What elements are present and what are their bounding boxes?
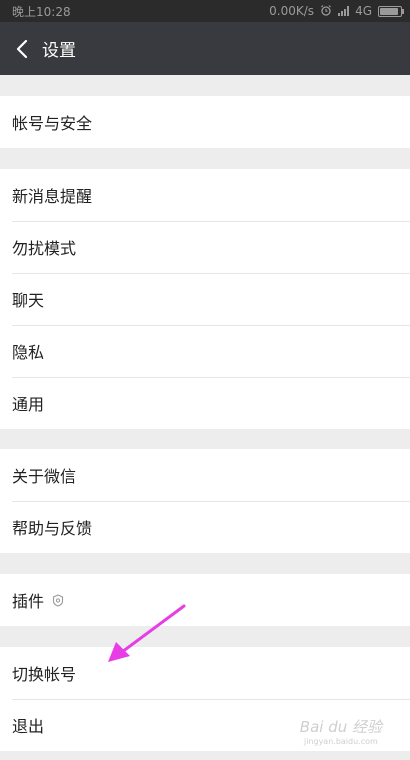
status-time: 晚上10:28 [12,4,71,19]
status-icons: 0.00K/s 4G [269,4,404,19]
menu-item-label: 隐私 [12,343,45,362]
menu-item-switch-account[interactable]: 切换帐号 [0,647,410,699]
menu-item-account-security[interactable]: 帐号与安全 [0,96,410,148]
page-title: 设置 [42,41,76,61]
menu-item-label: 通用 [12,395,45,414]
status-bar: 晚上10:28 0.00K/s 4G [0,0,410,22]
baidu-watermark: Bai du 经验 jingyan.baidu.com [300,720,382,746]
settings-group-plugins: 插件 [0,574,410,626]
battery-icon [378,5,404,17]
settings-group-about: 关于微信 帮助与反馈 [0,449,410,553]
menu-item-label: 帐号与安全 [12,114,93,133]
settings-group-account: 帐号与安全 [0,96,410,148]
signal-icon [338,6,350,16]
menu-item-privacy[interactable]: 隐私 [0,325,410,377]
menu-item-help-feedback[interactable]: 帮助与反馈 [0,501,410,553]
menu-item-label: 退出 [12,717,45,736]
net-speed: 0.00K/s [269,4,315,18]
network-type: 4G [355,4,372,18]
menu-item-general[interactable]: 通用 [0,377,410,429]
title-bar: 设置 [0,22,410,75]
menu-item-label: 切换帐号 [12,665,77,684]
menu-item-label: 勿扰模式 [12,239,77,258]
menu-item-label: 插件 [12,592,45,611]
menu-item-label: 关于微信 [12,467,77,486]
watermark-text: Bai du 经验 [299,718,382,736]
annotation-arrow-icon [108,604,186,662]
menu-item-label: 新消息提醒 [12,187,93,206]
menu-item-new-message-notify[interactable]: 新消息提醒 [0,169,410,221]
shield-icon [52,593,64,607]
menu-item-plugins[interactable]: 插件 [0,574,410,626]
alarm-icon [320,4,332,19]
battery-fill [380,7,398,15]
menu-item-label: 聊天 [12,291,45,310]
menu-item-do-not-disturb[interactable]: 勿扰模式 [0,221,410,273]
settings-group-general: 新消息提醒 勿扰模式 聊天 隐私 通用 [0,169,410,429]
menu-item-about-wechat[interactable]: 关于微信 [0,449,410,501]
watermark-url: jingyan.baidu.com [303,737,378,746]
back-icon[interactable] [2,22,42,75]
menu-item-chat[interactable]: 聊天 [0,273,410,325]
menu-item-label: 帮助与反馈 [12,519,93,538]
